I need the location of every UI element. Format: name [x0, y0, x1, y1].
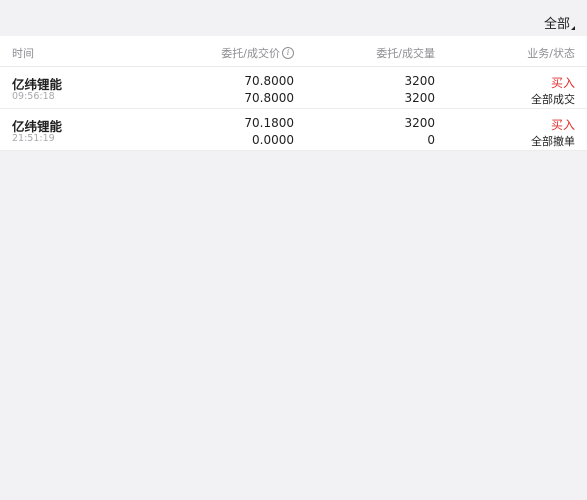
filter-dropdown[interactable]: 全部: [544, 13, 575, 32]
trade-side: 买入: [550, 76, 575, 90]
header-price-label: 委托/成交价: [221, 47, 280, 60]
deal-qty: 0: [427, 133, 435, 147]
deal-price: 70.8000: [244, 91, 294, 105]
header-qty: 委托/成交量: [376, 47, 435, 60]
order-qty: 3200: [404, 116, 435, 130]
order-time: 09:56:18: [12, 91, 55, 102]
filter-bar: 全部: [0, 0, 587, 36]
deal-qty: 3200: [404, 91, 435, 105]
header-price: 委托/成交价 i: [221, 45, 294, 61]
table-row[interactable]: 亿纬锂能 21:51:19 70.1800 0.0000 3200 0 买入 全…: [0, 109, 587, 151]
order-time: 21:51:19: [12, 133, 55, 144]
trade-side: 买入: [550, 118, 575, 132]
filter-label: 全部: [543, 17, 570, 32]
order-status: 全部成交: [531, 93, 575, 106]
deal-price: 0.0000: [252, 133, 294, 147]
order-price: 70.1800: [244, 116, 294, 130]
header-time: 时间: [12, 47, 34, 60]
dropdown-corner-icon: [571, 26, 575, 30]
header-status: 业务/状态: [527, 47, 575, 60]
table-header: 时间 委托/成交价 i 委托/成交量 业务/状态: [0, 36, 587, 67]
info-icon[interactable]: i: [282, 47, 294, 59]
table-row[interactable]: 亿纬锂能 09:56:18 70.8000 70.8000 3200 3200 …: [0, 67, 587, 109]
order-status: 全部撤单: [531, 135, 575, 148]
order-qty: 3200: [404, 74, 435, 88]
orders-panel: 时间 委托/成交价 i 委托/成交量 业务/状态 亿纬锂能 09:56:18 7…: [0, 36, 587, 151]
order-price: 70.8000: [244, 74, 294, 88]
